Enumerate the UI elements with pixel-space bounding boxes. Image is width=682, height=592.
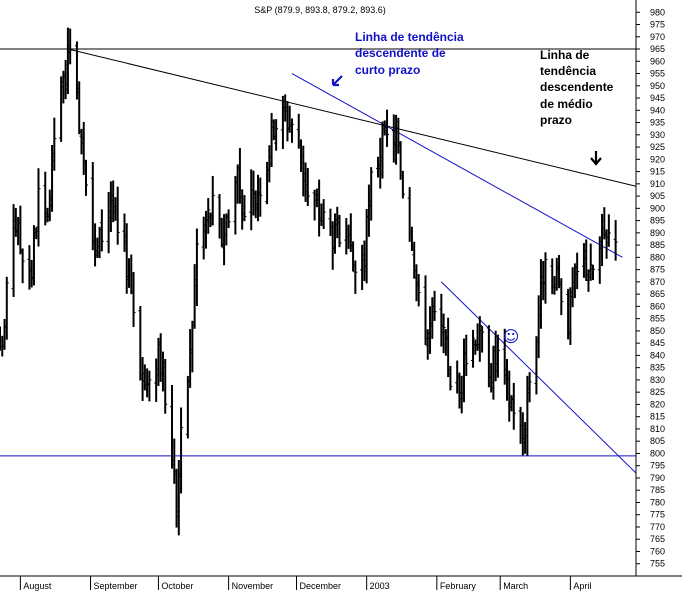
y-tick-label: 965 — [650, 44, 665, 54]
medium-term-line-3: descendente — [540, 80, 614, 94]
x-tick-label: April — [573, 581, 591, 591]
y-tick-label: 780 — [650, 497, 665, 507]
x-tick-label: 2003 — [370, 581, 390, 591]
y-tick-label: 860 — [650, 301, 665, 311]
y-tick-label: 910 — [650, 179, 665, 189]
medium-term-line-2: tendência — [540, 64, 596, 78]
short-term-line-1: Linha de tendência — [355, 30, 464, 44]
y-tick-label: 840 — [650, 350, 665, 360]
medium-term-line-5: prazo — [540, 113, 572, 127]
short-term-line-2: descendente de — [355, 46, 446, 60]
y-tick-label: 845 — [650, 338, 665, 348]
y-tick-label: 835 — [650, 363, 665, 373]
y-tick-label: 795 — [650, 461, 665, 471]
y-tick-label: 885 — [650, 240, 665, 250]
y-tick-label: 940 — [650, 105, 665, 115]
y-tick-label: 960 — [650, 56, 665, 66]
chart-title: S&P (879.9, 893.8, 879.2, 893.6) — [254, 5, 385, 15]
y-tick-label: 890 — [650, 228, 665, 238]
y-tick-label: 955 — [650, 69, 665, 79]
y-tick-label: 895 — [650, 216, 665, 226]
x-tick-label: August — [23, 581, 52, 591]
y-tick-label: 815 — [650, 412, 665, 422]
y-tick-label: 900 — [650, 203, 665, 213]
x-tick-label: March — [503, 581, 528, 591]
x-tick-label: September — [94, 581, 138, 591]
y-tick-label: 970 — [650, 32, 665, 42]
medium-term-line-4: de médio — [540, 97, 593, 111]
x-tick-label: November — [232, 581, 274, 591]
y-tick-label: 975 — [650, 20, 665, 30]
y-tick-label: 850 — [650, 326, 665, 336]
y-tick-label: 920 — [650, 154, 665, 164]
y-tick-label: 825 — [650, 387, 665, 397]
x-tick-label: December — [299, 581, 341, 591]
y-tick-label: 925 — [650, 142, 665, 152]
medium-term-line-1: Linha de — [540, 48, 590, 62]
y-tick-label: 800 — [650, 448, 665, 458]
y-tick-label: 905 — [650, 191, 665, 201]
x-tick-label: October — [161, 581, 193, 591]
y-tick-label: 930 — [650, 130, 665, 140]
y-tick-label: 875 — [650, 265, 665, 275]
y-tick-label: 775 — [650, 510, 665, 520]
y-tick-label: 760 — [650, 546, 665, 556]
y-tick-label: 770 — [650, 522, 665, 532]
y-tick-label: 765 — [650, 534, 665, 544]
y-tick-label: 820 — [650, 399, 665, 409]
short-term-line-3: curto prazo — [355, 63, 420, 77]
ohlc-chart: S&P (879.9, 893.8, 879.2, 893.6) 755 760 7… — [0, 0, 682, 592]
y-tick-label: 755 — [650, 559, 665, 569]
y-tick-label: 945 — [650, 93, 665, 103]
x-tick-label: February — [440, 581, 477, 591]
y-tick-label: 870 — [650, 277, 665, 287]
y-tick-label: 880 — [650, 252, 665, 262]
y-tick-label: 915 — [650, 167, 665, 177]
y-tick-label: 935 — [650, 118, 665, 128]
y-tick-label: 805 — [650, 436, 665, 446]
y-tick-label: 865 — [650, 289, 665, 299]
y-tick-label: 810 — [650, 424, 665, 434]
y-tick-label: 855 — [650, 314, 665, 324]
y-tick-label: 830 — [650, 375, 665, 385]
y-tick-label: 785 — [650, 485, 665, 495]
y-tick-label: 980 — [650, 7, 665, 17]
y-tick-label: 790 — [650, 473, 665, 483]
y-tick-label: 950 — [650, 81, 665, 91]
smiley-icon: ☺ — [503, 327, 520, 346]
